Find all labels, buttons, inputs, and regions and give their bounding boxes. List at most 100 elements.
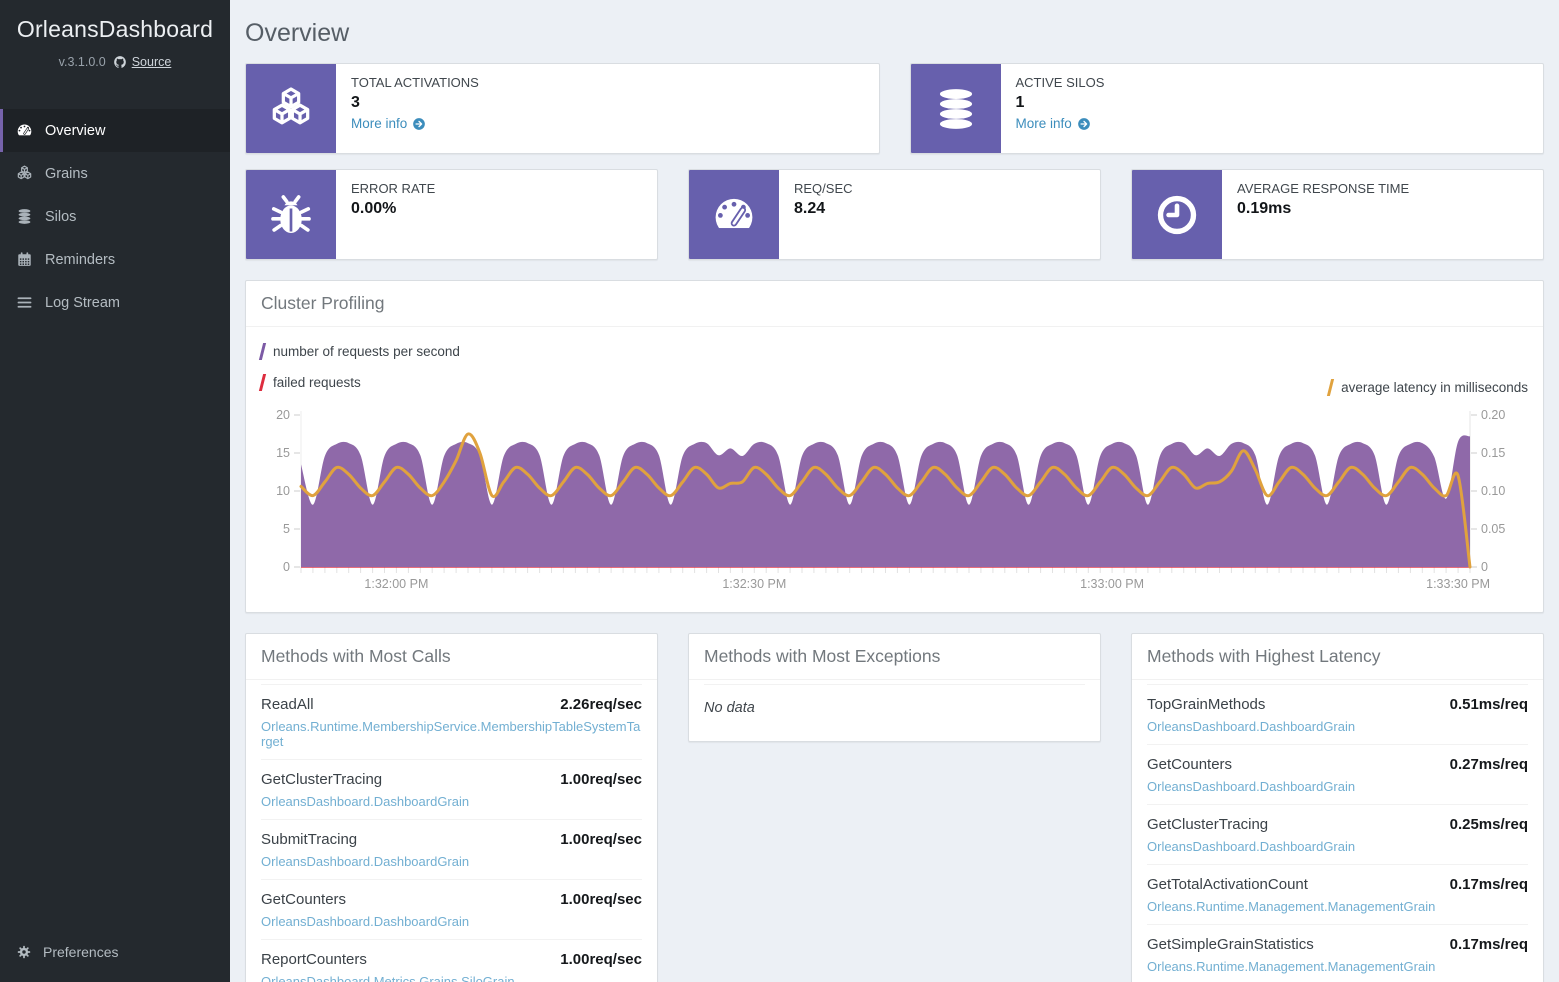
method-list-item: SubmitTracing 1.00req/sec OrleansDashboa… — [261, 819, 642, 879]
cluster-profiling-chart[interactable]: 0510152000.050.100.150.201:32:00 PM1:32:… — [246, 405, 1543, 612]
method-value: 0.17ms/req — [1450, 936, 1528, 953]
sidebar-item-preferences[interactable]: Preferences — [0, 934, 230, 970]
stat-card-req-sec: REQ/SEC 8.24 — [688, 169, 1101, 260]
stat-card-icon-box — [246, 170, 336, 259]
version-label: v.3.1.0.0 — [59, 55, 106, 69]
bug-icon — [268, 192, 314, 238]
cluster-profiling-title: Cluster Profiling — [246, 281, 1543, 327]
page-title: Overview — [245, 19, 1544, 48]
grain-type-link[interactable]: Orleans.Runtime.Management.ManagementGra… — [1147, 959, 1528, 974]
legend-number-of-requests-per-second: number of requests per second — [261, 343, 1528, 360]
method-list-item: GetClusterTracing 0.25ms/req OrleansDash… — [1147, 804, 1528, 864]
method-list-item: GetCounters 1.00req/sec OrleansDashboard… — [261, 879, 642, 939]
grain-type-link[interactable]: OrleansDashboard.DashboardGrain — [261, 914, 642, 929]
stat-card-icon-box — [246, 64, 336, 153]
sidebar-item-overview[interactable]: Overview — [0, 109, 230, 152]
method-value: 0.51ms/req — [1450, 696, 1528, 713]
method-name: GetClusterTracing — [261, 771, 382, 788]
sidebar: OrleansDashboard v.3.1.0.0 Source Overvi… — [0, 0, 230, 982]
method-name: GetClusterTracing — [1147, 816, 1268, 833]
chart-legends: number of requests per second failed req… — [246, 327, 1543, 391]
gauge-icon — [16, 122, 33, 139]
method-name: GetSimpleGrainStatistics — [1147, 936, 1314, 953]
panel-methods-with-highest-latency: Methods with Highest Latency TopGrainMet… — [1131, 633, 1544, 982]
sidebar-item-label: Grains — [45, 166, 88, 182]
stat-card-value: 0.19ms — [1237, 200, 1528, 218]
more-info-label: More info — [1016, 116, 1072, 131]
grain-type-link[interactable]: OrleansDashboard.DashboardGrain — [1147, 719, 1528, 734]
method-list-item: TopGrainMethods 0.51ms/req OrleansDashbo… — [1147, 684, 1528, 744]
svg-text:0: 0 — [1481, 560, 1488, 574]
sidebar-item-grains[interactable]: Grains — [0, 152, 230, 195]
svg-text:1:32:00 PM: 1:32:00 PM — [364, 577, 428, 591]
stat-card-value: 0.00% — [351, 200, 642, 218]
method-value: 1.00req/sec — [560, 891, 642, 908]
grain-type-link[interactable]: OrleansDashboard.Metrics.Grains.SiloGrai… — [261, 974, 642, 982]
method-value: 0.25ms/req — [1450, 816, 1528, 833]
stat-row-2: ERROR RATE 0.00% REQ/SEC 8.24 AVERAGE RE… — [245, 169, 1544, 260]
stat-card-average-response-time: AVERAGE RESPONSE TIME 0.19ms — [1131, 169, 1544, 260]
source-link[interactable]: Source — [113, 55, 172, 69]
method-list-item: No data — [704, 684, 1085, 733]
list-icon — [16, 294, 33, 311]
stat-row-1: TOTAL ACTIVATIONS 3 More info ACTIVE SIL… — [245, 63, 1544, 154]
sidebar-item-reminders[interactable]: Reminders — [0, 238, 230, 281]
legend-label: failed requests — [273, 375, 361, 390]
sidebar-item-label: Log Stream — [45, 295, 120, 311]
preferences-label: Preferences — [43, 944, 118, 960]
svg-text:0.15: 0.15 — [1481, 446, 1505, 460]
svg-text:0.10: 0.10 — [1481, 484, 1505, 498]
method-list-item: GetClusterTracing 1.00req/sec OrleansDas… — [261, 759, 642, 819]
method-value: 1.00req/sec — [560, 771, 642, 788]
stat-card-title: ERROR RATE — [351, 181, 642, 196]
arrow-circle-right-icon — [412, 117, 426, 131]
clock-icon — [1154, 192, 1200, 238]
stat-card-error-rate: ERROR RATE 0.00% — [245, 169, 658, 260]
method-name: TopGrainMethods — [1147, 696, 1265, 713]
legend-average-latency-in-milliseconds: average latency in milliseconds — [1329, 379, 1528, 396]
method-list-item: GetTotalActivationCount 0.17ms/req Orlea… — [1147, 864, 1528, 924]
panel-title: Methods with Highest Latency — [1132, 634, 1543, 680]
sidebar-nav: Overview Grains Silos Reminders Log Stre… — [0, 109, 230, 324]
svg-text:5: 5 — [283, 522, 290, 536]
stat-card-icon-box — [1132, 170, 1222, 259]
method-value: 0.27ms/req — [1450, 756, 1528, 773]
arrow-circle-right-icon — [1077, 117, 1091, 131]
more-info-link[interactable]: More info — [351, 116, 426, 131]
legend-color-mark — [259, 343, 266, 360]
grain-type-link[interactable]: Orleans.Runtime.Management.ManagementGra… — [1147, 899, 1528, 914]
method-value: 1.00req/sec — [560, 831, 642, 848]
method-name: SubmitTracing — [261, 831, 357, 848]
database-icon — [933, 86, 979, 132]
stat-card-title: AVERAGE RESPONSE TIME — [1237, 181, 1528, 196]
panel-methods-with-most-exceptions: Methods with Most Exceptions No data — [688, 633, 1101, 742]
sidebar-item-log-stream[interactable]: Log Stream — [0, 281, 230, 324]
svg-text:1:33:00 PM: 1:33:00 PM — [1080, 577, 1144, 591]
sidebar-item-label: Reminders — [45, 252, 115, 268]
main-content: Overview TOTAL ACTIVATIONS 3 More info A… — [230, 0, 1559, 982]
grain-type-link[interactable]: OrleansDashboard.DashboardGrain — [1147, 779, 1528, 794]
more-info-label: More info — [351, 116, 407, 131]
grain-type-link[interactable]: OrleansDashboard.DashboardGrain — [261, 794, 642, 809]
svg-text:0: 0 — [283, 560, 290, 574]
stat-card-icon-box — [911, 64, 1001, 153]
method-name: ReportCounters — [261, 951, 367, 968]
method-name: GetCounters — [1147, 756, 1232, 773]
grain-type-link[interactable]: OrleansDashboard.DashboardGrain — [1147, 839, 1528, 854]
gear-icon — [16, 944, 32, 960]
method-name: GetTotalActivationCount — [1147, 876, 1308, 893]
sidebar-item-label: Overview — [45, 123, 105, 139]
method-list-item: ReportCounters 1.00req/sec OrleansDashbo… — [261, 939, 642, 982]
svg-text:1:32:30 PM: 1:32:30 PM — [722, 577, 786, 591]
stat-card-title: REQ/SEC — [794, 181, 1085, 196]
stat-card-title: TOTAL ACTIVATIONS — [351, 75, 864, 90]
cubes-icon — [16, 165, 33, 182]
more-info-link[interactable]: More info — [1016, 116, 1091, 131]
svg-text:0.05: 0.05 — [1481, 522, 1505, 536]
grain-type-link[interactable]: OrleansDashboard.DashboardGrain — [261, 854, 642, 869]
method-value: 2.26req/sec — [560, 696, 642, 713]
sidebar-item-silos[interactable]: Silos — [0, 195, 230, 238]
grain-type-link[interactable]: Orleans.Runtime.MembershipService.Member… — [261, 719, 642, 749]
github-icon — [113, 55, 127, 69]
legend-label: average latency in milliseconds — [1341, 380, 1528, 395]
